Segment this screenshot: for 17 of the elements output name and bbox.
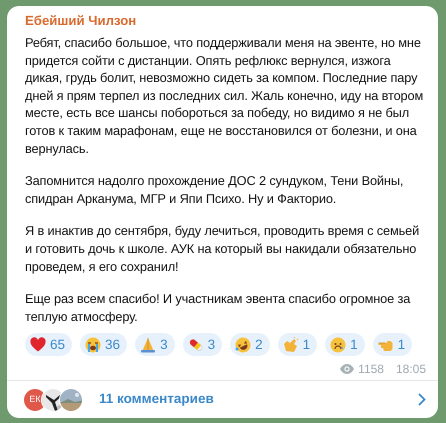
message-paragraph: Ребят, спасибо большое, что поддерживали меня на эвенте, но мне придется сойти с дистанции. Опять рефлюкс вернулся, изжога дикая, грудь болит, невозможно сидеть за компом. Последние пару дней я прям терпел из последних сил. Жаль конечно, иду на втором месте, есть все шансы побороться за победу, но видимо я не был готов к таким марафонам, еще не восстановился от болезни, и она вернулась. [25, 34, 424, 158]
reaction-button[interactable]: 2 [230, 333, 270, 356]
reaction-button[interactable]: 1 [372, 333, 412, 356]
reaction-button[interactable]: 65 [25, 333, 72, 356]
comments-link[interactable]: 11 комментариев [99, 389, 418, 410]
reaction-button[interactable]: 3 [182, 333, 222, 356]
author-name[interactable]: Ебейший Чилзон [25, 12, 426, 30]
message-time: 18:05 [396, 361, 426, 378]
message-paragraph: Еще раз всем спасибо! И участникам эвента спасибо огромное за теплую атмосферу. [25, 290, 412, 326]
reaction-button[interactable]: 36 [80, 333, 128, 356]
message-paragraph: Я в инактив до сентября, буду лечиться, проводить время с семьей и готовить дочь к школе. АУК на который вы накидали обязательно проведем, я его сохранил! [25, 222, 420, 276]
reaction-button[interactable]: 3 [135, 333, 175, 356]
reaction-button[interactable]: 1 [325, 333, 365, 356]
message-paragraph: Запомнится надолго прохождение ДОС 2 сундуком, Тени Войны, спидран Арканума, МГР и Япи Психо. Ну и Факторио. [25, 172, 404, 208]
view-count: 1158 [358, 361, 384, 378]
comments-bar[interactable]: ЕК 11 комментариев [7, 380, 438, 418]
reaction-button[interactable]: 1 [278, 333, 318, 356]
